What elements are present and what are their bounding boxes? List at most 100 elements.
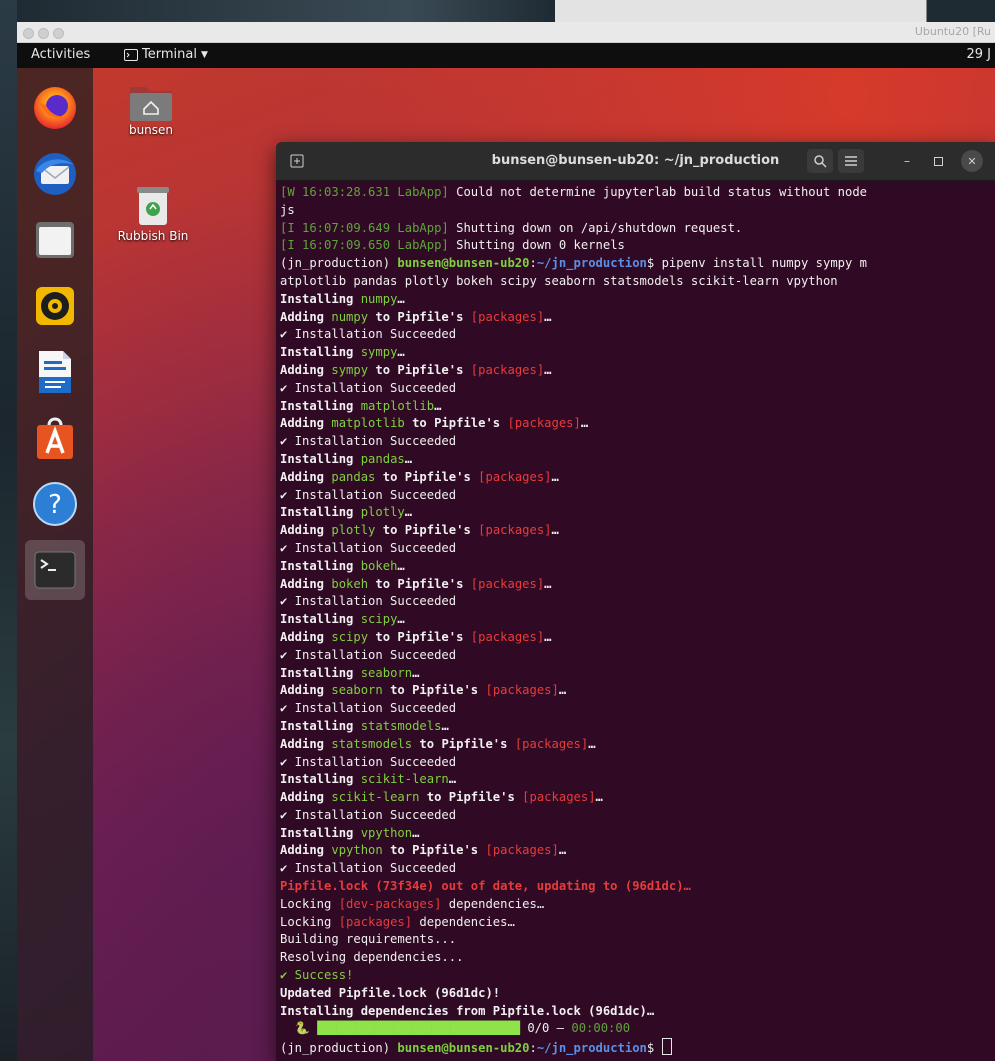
terminal-text-segment: Pipfile.lock (73f34e) out of date, updat… [280, 879, 691, 894]
terminal-line: Updated Pipfile.lock (96d1dc)! [280, 985, 992, 1003]
terminal-text-segment: [I 16:07:09.649 LabApp] [280, 220, 449, 235]
menu-button[interactable] [838, 149, 864, 173]
dock-files[interactable] [25, 210, 85, 270]
svg-text:?: ? [48, 490, 62, 520]
terminal-line: Adding seaborn to Pipfile's [packages]… [280, 682, 992, 700]
terminal-text-segment: ✔ Installation Succeeded [280, 754, 457, 769]
software-icon [37, 417, 73, 459]
dock-writer[interactable] [25, 342, 85, 402]
terminal-text-segment: scipy [331, 629, 369, 644]
terminal-text-segment: [packages] [514, 736, 589, 751]
terminal-text-segment: plotly [331, 523, 376, 538]
terminal-text-segment: … [544, 576, 552, 591]
terminal-text-segment: sympy [331, 362, 369, 377]
dock-rhythmbox[interactable] [25, 276, 85, 336]
terminal-line: Building requirements... [280, 931, 992, 949]
terminal-text-segment: to Pipfile's [375, 523, 479, 538]
minimize-button[interactable]: – [896, 149, 918, 173]
terminal-text-segment: plotly [360, 505, 405, 520]
terminal-text-segment: : [529, 256, 537, 271]
maximize-button[interactable] [927, 149, 949, 173]
terminal-text-segment: (jn_production) [280, 256, 398, 271]
terminal-text-segment: bunsen@bunsen-ub20 [397, 256, 530, 271]
close-button[interactable]: ✕ [961, 150, 983, 172]
terminal-text-segment: Installing [280, 451, 361, 466]
terminal-text-segment: (jn_production) [280, 1041, 398, 1056]
dock-terminal[interactable] [25, 540, 85, 600]
terminal-text-segment: matplotlib [331, 416, 405, 431]
terminal-headerbar[interactable]: bunsen@bunsen-ub20: ~/jn_production – ✕ [276, 142, 995, 181]
terminal-text-segment: atplotlib pandas plotly bokeh scipy seab… [280, 273, 838, 288]
terminal-text-segment: scikit-learn [360, 772, 449, 787]
minimize-icon: – [904, 154, 910, 168]
terminal-text-segment: ~/jn_production [536, 1041, 647, 1056]
terminal-text-segment: … [544, 362, 552, 377]
trash-label: Rubbish Bin [117, 229, 189, 243]
top-bar: Activities Terminal ▼ 29 J [17, 43, 995, 68]
terminal-text-segment: [dev-packages] [338, 896, 442, 911]
terminal-text-segment: Locking [280, 896, 339, 911]
terminal-line: Installing sympy… [280, 344, 992, 362]
terminal-text-segment: $ pipenv install numpy sympy m [646, 256, 868, 271]
terminal-text-segment: Building requirements... [280, 932, 457, 947]
terminal-text-segment: Shutting down on /api/shutdown request. [448, 220, 743, 235]
terminal-text-segment: Adding [280, 523, 332, 538]
terminal-text-segment: to Pipfile's [382, 843, 486, 858]
terminal-text-segment: ✔ Success! [280, 968, 354, 983]
activities-button[interactable]: Activities [31, 47, 90, 62]
dock-thunderbird[interactable] [25, 144, 85, 204]
dock-software[interactable] [25, 408, 85, 468]
host-window-title: Ubuntu20 [Ru [914, 25, 991, 38]
app-menu[interactable]: Terminal ▼ [124, 47, 208, 62]
terminal-text-segment: [packages] [507, 416, 581, 431]
terminal-cursor [661, 1038, 672, 1056]
ubuntu-desktop: Activities Terminal ▼ 29 J ? bunsen Rubb… [17, 43, 995, 1061]
terminal-text-segment: [packages] [478, 469, 552, 484]
terminal-text-segment: Adding [280, 629, 332, 644]
close-dot-icon[interactable] [23, 28, 34, 39]
terminal-text-segment: ✔ Installation Succeeded [280, 647, 457, 662]
terminal-window[interactable]: bunsen@bunsen-ub20: ~/jn_production – ✕ … [276, 142, 995, 1061]
terminal-text-segment: … [397, 345, 405, 360]
terminal-text-segment: … [448, 772, 457, 787]
terminal-line: [I 16:07:09.650 LabApp] Shutting down 0 … [280, 237, 992, 255]
terminal-line: Adding numpy to Pipfile's [packages]… [280, 309, 992, 327]
clock[interactable]: 29 J [966, 47, 991, 62]
search-button[interactable] [807, 149, 833, 173]
terminal-text-segment: Adding [280, 309, 332, 324]
terminal-output[interactable]: [W 16:03:28.631 LabApp] Could not determ… [280, 184, 992, 1056]
terminal-text-segment: Installing [280, 558, 361, 573]
terminal-text-segment: [packages] [522, 790, 596, 805]
terminal-text-segment: Installing [280, 825, 361, 840]
terminal-line: Installing bokeh… [280, 558, 992, 576]
zoom-dot-icon[interactable] [53, 28, 64, 39]
terminal-text-segment: [packages] [338, 914, 413, 929]
terminal-text-segment: Installing [280, 398, 361, 413]
dock-firefox[interactable] [25, 78, 85, 138]
terminal-line: ✔ Installation Succeeded [280, 647, 992, 665]
terminal-text-segment: sympy [360, 345, 398, 360]
terminal-text-segment: [packages] [478, 523, 552, 538]
terminal-text-segment: bunsen@bunsen-ub20 [397, 1041, 530, 1056]
terminal-line: Installing scipy… [280, 611, 992, 629]
terminal-text-segment: … [580, 416, 589, 431]
terminal-text-segment: [I 16:07:09.650 LabApp] [280, 238, 449, 253]
terminal-line: (jn_production) bunsen@bunsen-ub20:~/jn_… [280, 1038, 992, 1056]
desktop-home-folder[interactable]: bunsen [125, 81, 177, 137]
dock-help[interactable]: ? [25, 474, 85, 534]
minimize-dot-icon[interactable] [38, 28, 49, 39]
terminal-text-segment: [W 16:03:28.631 LabApp] [280, 185, 449, 199]
terminal-line: ✔ Installation Succeeded [280, 807, 992, 825]
close-icon: ✕ [967, 154, 977, 168]
terminal-line: Locking [dev-packages] dependencies… [280, 896, 992, 914]
terminal-text-segment: Adding [280, 843, 332, 858]
terminal-text-segment: … [397, 612, 405, 627]
terminal-text-segment: vpython [360, 825, 413, 840]
terminal-line: ✔ Installation Succeeded [280, 593, 992, 611]
terminal-text-segment: dependencies… [441, 896, 545, 911]
desktop-rubbish-bin[interactable]: Rubbish Bin [113, 183, 193, 243]
terminal-text-segment: seaborn [331, 683, 383, 698]
terminal-text-segment: scikit-learn [331, 790, 420, 805]
terminal-text-segment: [packages] [470, 362, 545, 377]
terminal-text-segment: bokeh [331, 576, 369, 591]
